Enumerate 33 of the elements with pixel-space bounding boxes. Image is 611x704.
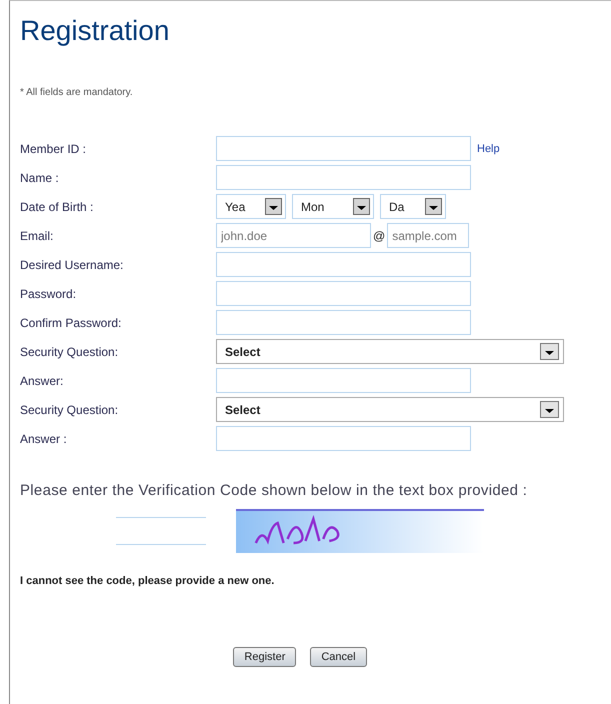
input-field[interactable] — [216, 368, 471, 393]
verification-instruction: Please enter the Verification Code shown below in the text box provided : — [20, 481, 528, 501]
question-dropdown[interactable]: Select — [216, 339, 564, 364]
input-field[interactable] — [216, 310, 471, 335]
input-field[interactable] — [216, 136, 471, 161]
email-user-field[interactable]: john.doe — [216, 223, 371, 248]
field-label: Security Question: — [20, 402, 120, 416]
field-label: Member ID : — [20, 142, 88, 156]
date-dropdown[interactable]: Yea — [216, 194, 286, 219]
input-field[interactable] — [216, 252, 471, 277]
question-dropdown[interactable]: Select — [216, 397, 564, 422]
field-label: Security Question: — [20, 344, 120, 358]
field-label: Answer : — [20, 432, 68, 446]
field-label: Email: — [20, 228, 54, 242]
input-field[interactable] — [216, 281, 471, 306]
email-domain-field[interactable]: sample.com — [387, 223, 470, 248]
date-dropdown[interactable]: Da — [380, 194, 446, 219]
form-button[interactable]: Register — [233, 647, 296, 667]
field-label: Answer: — [20, 374, 64, 388]
field-label: Date of Birth : — [20, 200, 94, 214]
field-label: Confirm Password: — [20, 316, 122, 330]
page-title: Registration — [20, 15, 170, 47]
help-link[interactable]: Help — [477, 142, 500, 154]
new-code-link[interactable]: I cannot see the code, please provide a new one. — [20, 575, 611, 587]
input-field[interactable] — [216, 426, 471, 451]
form-button[interactable]: Cancel — [310, 647, 367, 667]
mandatory-note: * All fields are mandatory. — [20, 87, 134, 98]
field-label: Password: — [20, 286, 78, 300]
field-label: Name : — [20, 170, 60, 184]
date-dropdown[interactable]: Mon — [292, 194, 374, 219]
at-sign: @ — [373, 228, 386, 242]
field-label: Desired Username: — [20, 258, 124, 272]
input-field[interactable] — [216, 165, 471, 190]
